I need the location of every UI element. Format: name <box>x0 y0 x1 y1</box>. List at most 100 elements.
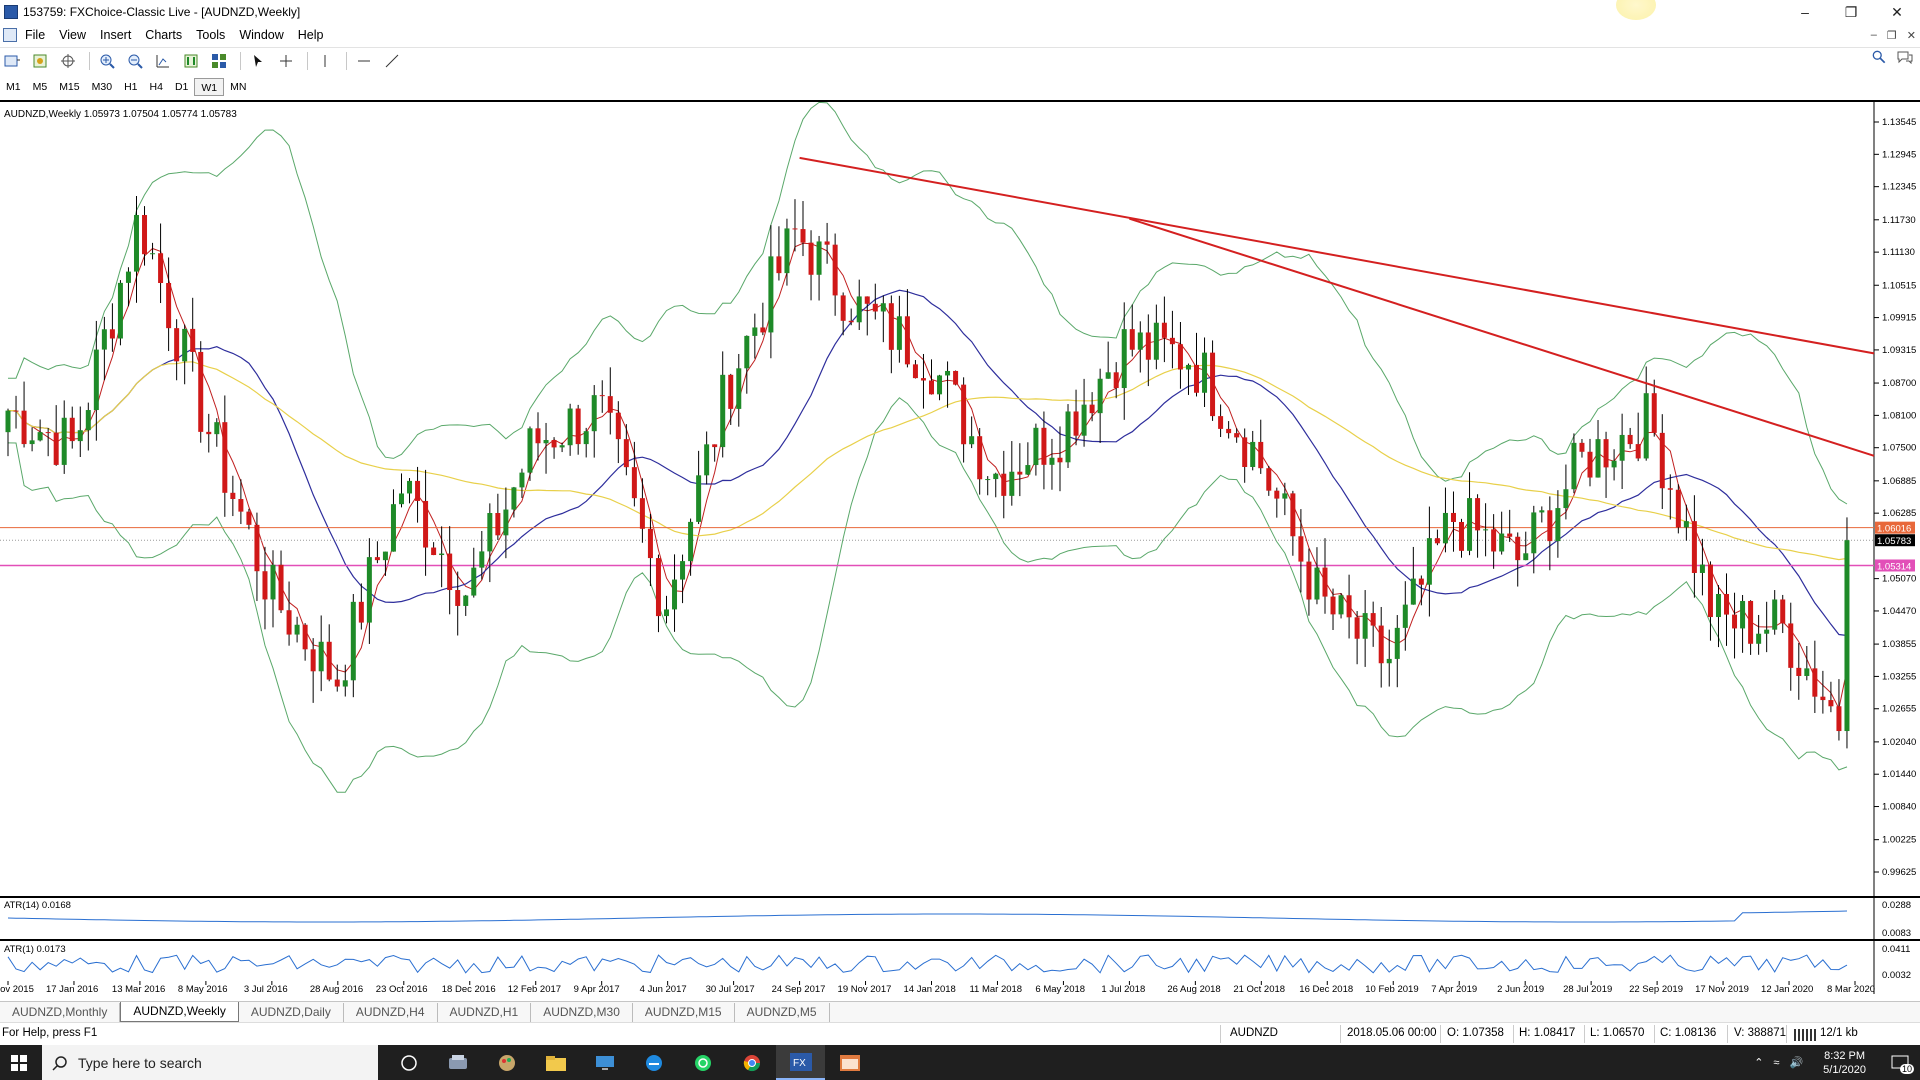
tab-audnzd-h1[interactable]: AUDNZD,H1 <box>438 1003 532 1022</box>
date-axis-label: 12 Feb 2017 <box>508 984 561 994</box>
timeframe-d1[interactable]: D1 <box>169 78 194 96</box>
bearish-candle <box>21 410 27 445</box>
menu-tools[interactable]: Tools <box>192 28 235 42</box>
timeframe-h1[interactable]: H1 <box>118 78 143 96</box>
windows-logo-icon <box>11 1054 27 1071</box>
bullish-candle <box>511 487 517 510</box>
document-icon[interactable] <box>3 28 17 42</box>
tab-audnzd-m30[interactable]: AUDNZD,M30 <box>531 1003 633 1022</box>
bearish-candle <box>920 378 926 381</box>
trendline-icon[interactable] <box>380 50 404 72</box>
bullish-candle <box>479 551 485 568</box>
bearish-candle <box>840 295 846 321</box>
bullish-candle <box>1595 439 1601 478</box>
file-explorer-icon[interactable] <box>531 1045 580 1080</box>
bearish-candle <box>142 215 148 255</box>
cursor-arrow-icon[interactable] <box>246 50 270 72</box>
start-button[interactable] <box>0 1045 38 1080</box>
calendar-app-icon[interactable] <box>825 1045 874 1080</box>
tab-audnzd-m15[interactable]: AUDNZD,M15 <box>633 1003 735 1022</box>
timeframe-h4[interactable]: H4 <box>144 78 169 96</box>
indicator-axis-label: 0.0288 <box>1882 900 1911 911</box>
bullish-candle <box>768 256 774 333</box>
chat-icon[interactable] <box>1896 50 1914 67</box>
bearish-candle <box>904 316 910 365</box>
bearish-candle <box>1041 427 1047 465</box>
volume-icon[interactable]: 🔊 <box>1789 1056 1803 1069</box>
menu-insert[interactable]: Insert <box>96 28 141 42</box>
price-chart[interactable]: AUDNZD,Weekly 1.05973 1.07504 1.05774 1.… <box>0 102 1920 994</box>
network-icon[interactable]: ≈ <box>1773 1057 1779 1069</box>
timeframe-m5[interactable]: M5 <box>27 78 54 96</box>
zoom-out-icon[interactable] <box>123 50 147 72</box>
bearish-candle <box>109 329 115 339</box>
remote-desktop-icon[interactable] <box>580 1045 629 1080</box>
tab-audnzd-m5[interactable]: AUDNZD,M5 <box>735 1003 830 1022</box>
menu-help[interactable]: Help <box>294 28 334 42</box>
whatsapp-icon[interactable] <box>678 1045 727 1080</box>
task-view-icon[interactable] <box>384 1045 433 1080</box>
chrome-icon[interactable] <box>727 1045 776 1080</box>
bearish-candle <box>1194 364 1200 393</box>
bullish-candle <box>945 370 951 376</box>
chart-shift-icon[interactable] <box>151 50 175 72</box>
bullish-candle <box>720 374 726 448</box>
menu-file[interactable]: File <box>21 28 55 42</box>
tile-windows-icon[interactable] <box>207 50 231 72</box>
status-separator <box>1786 1025 1787 1043</box>
toolbar <box>0 47 1920 73</box>
edge-browser-icon[interactable] <box>629 1045 678 1080</box>
crosshair-icon[interactable] <box>274 50 298 72</box>
bearish-candle <box>45 432 51 434</box>
taskbar-search[interactable]: Type here to search <box>42 1045 378 1080</box>
bullish-candle <box>784 228 790 274</box>
bearish-candle <box>1226 428 1232 434</box>
date-axis-label: 3 Jul 2016 <box>244 984 288 994</box>
menu-window[interactable]: Window <box>235 28 293 42</box>
search-icon[interactable] <box>1872 50 1886 67</box>
mdi-minimize-button[interactable]: – <box>1871 29 1877 41</box>
vertical-line-icon[interactable] <box>313 50 337 72</box>
tab-audnzd-daily[interactable]: AUDNZD,Daily <box>239 1003 344 1022</box>
timeframe-m1[interactable]: M1 <box>0 78 27 96</box>
restore-button[interactable]: ❐ <box>1828 0 1874 24</box>
bullish-candle <box>1804 668 1810 676</box>
mdi-close-button[interactable]: ✕ <box>1907 29 1916 42</box>
timeframe-mn[interactable]: MN <box>224 78 252 96</box>
menu-charts[interactable]: Charts <box>141 28 192 42</box>
chevron-up-icon[interactable]: ⌃ <box>1754 1056 1763 1069</box>
minimize-button[interactable]: – <box>1782 0 1828 24</box>
date-axis-label: 14 Jan 2018 <box>904 984 956 994</box>
bearish-candle <box>13 410 19 412</box>
zoom-in-icon[interactable] <box>95 50 119 72</box>
bullish-candle <box>77 430 83 442</box>
tab-audnzd-h4[interactable]: AUDNZD,H4 <box>344 1003 438 1022</box>
mdi-restore-button[interactable]: ❐ <box>1887 29 1897 42</box>
timeframe-w1[interactable]: W1 <box>194 78 225 96</box>
chart-window[interactable]: AUDNZD,Weekly 1.05973 1.07504 1.05774 1.… <box>0 100 1920 994</box>
autoscroll-icon[interactable] <box>179 50 203 72</box>
timeframe-m30[interactable]: M30 <box>86 78 118 96</box>
tab-audnzd-monthly[interactable]: AUDNZD,Monthly <box>0 1003 121 1022</box>
bearish-candle <box>262 571 268 600</box>
tab-audnzd-weekly[interactable]: AUDNZD,Weekly <box>120 1002 239 1022</box>
new-chart-icon[interactable] <box>0 50 24 72</box>
taskbar-clock[interactable]: 8:32 PM 5/1/2020 <box>1823 1049 1866 1077</box>
fxchoice-app-icon[interactable]: FX <box>776 1045 825 1080</box>
date-axis-label: 2 Jun 2019 <box>1497 984 1544 994</box>
menu-view[interactable]: View <box>55 28 96 42</box>
date-axis-label: 16 Dec 2018 <box>1299 984 1353 994</box>
sun-decoration <box>1616 0 1656 20</box>
notifications-button[interactable]: 10 <box>1880 1045 1920 1080</box>
bearish-candle <box>848 320 854 323</box>
scanner-app-icon[interactable] <box>433 1045 482 1080</box>
paint-app-icon[interactable] <box>482 1045 531 1080</box>
timeframe-m15[interactable]: M15 <box>53 78 85 96</box>
profiles-icon[interactable] <box>28 50 52 72</box>
horizontal-line-icon[interactable] <box>352 50 376 72</box>
bearish-candle <box>69 417 75 442</box>
crosshair-target-icon[interactable] <box>56 50 80 72</box>
bullish-candle <box>398 493 404 505</box>
close-button[interactable]: ✕ <box>1874 0 1920 24</box>
bearish-candle <box>1057 457 1063 463</box>
